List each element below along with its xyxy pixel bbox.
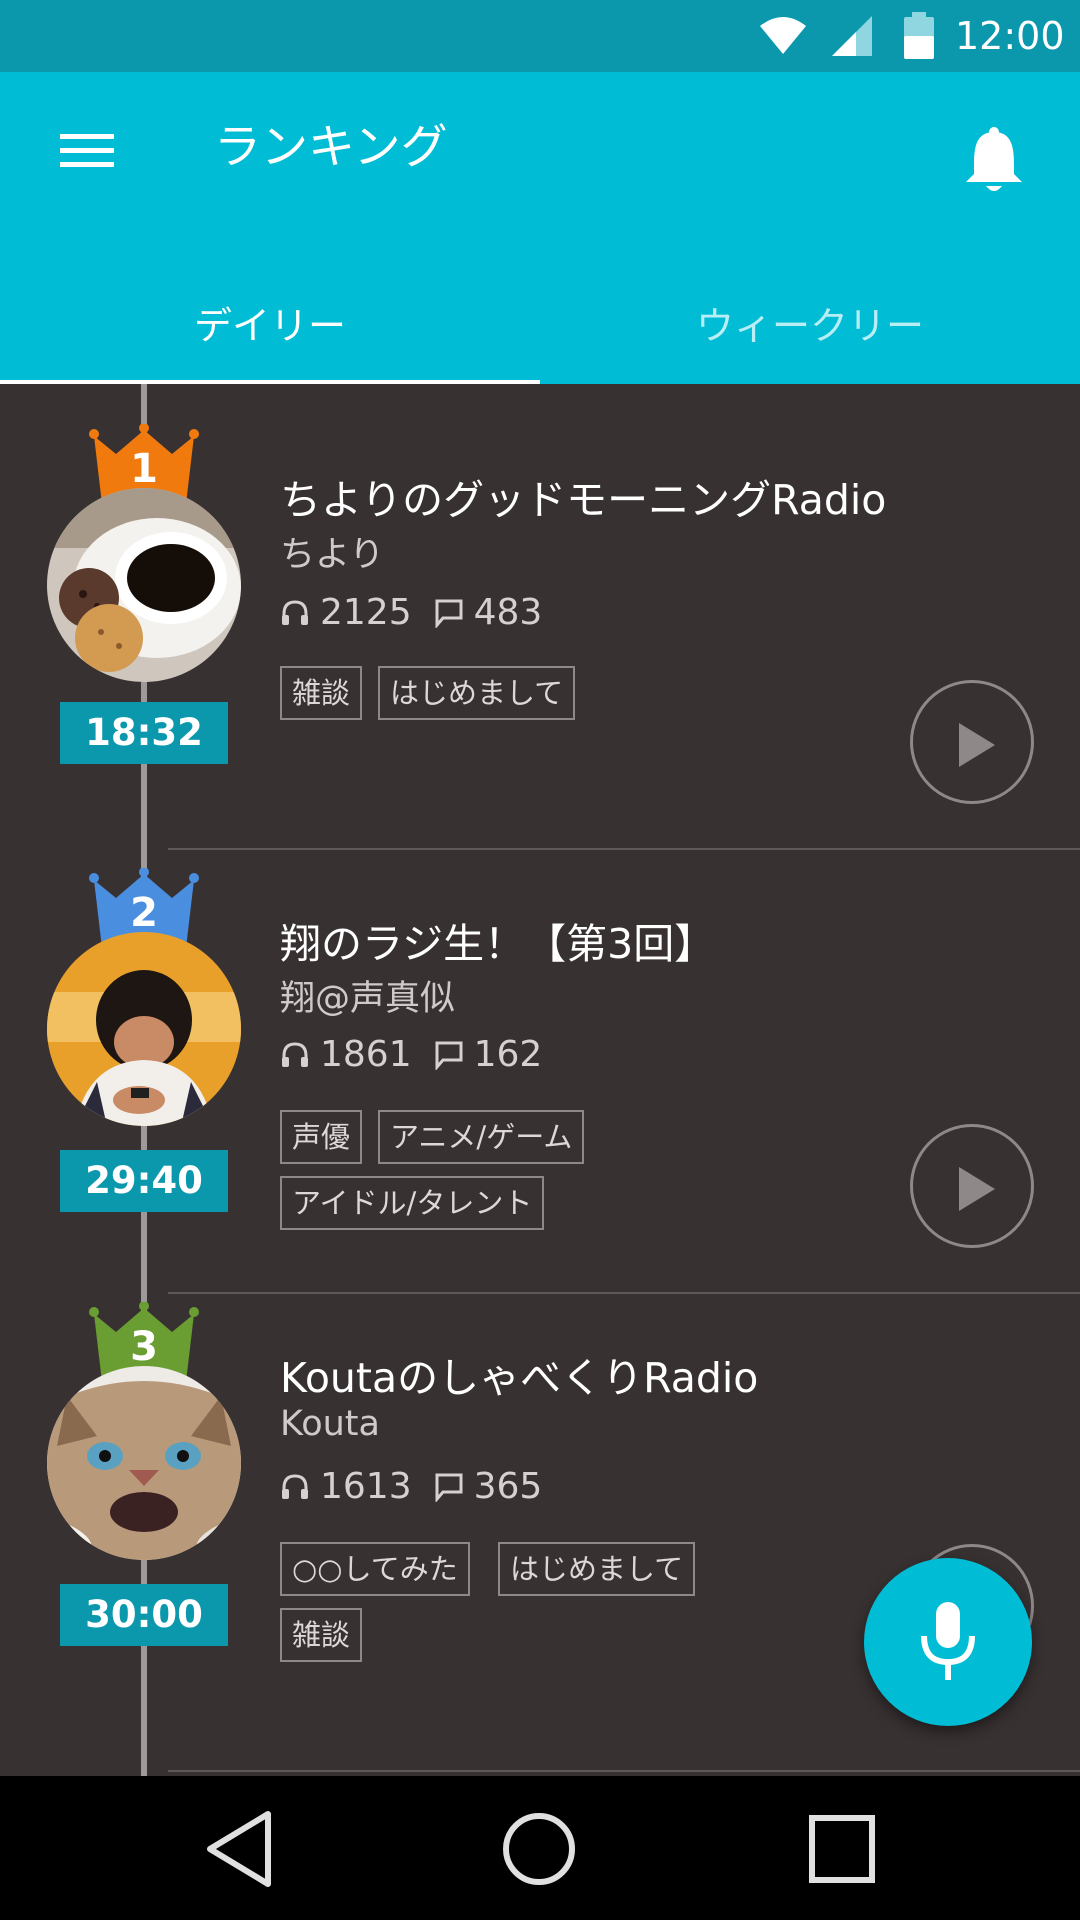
rank-number: 2: [130, 890, 158, 936]
app-bar: ランキング デイリー ウィークリー: [0, 72, 1080, 386]
tag-chip[interactable]: 雑談: [280, 666, 363, 720]
hamburger-menu-icon[interactable]: [48, 118, 124, 182]
wifi-icon: [760, 17, 806, 54]
man-with-phone-image: [47, 932, 241, 1126]
tag-chip[interactable]: 声優: [280, 1110, 363, 1164]
tag-chip[interactable]: はじめまして: [378, 666, 576, 720]
recent-apps-icon[interactable]: [800, 1806, 882, 1892]
rank-number: 1: [130, 446, 158, 492]
battery-icon: [904, 12, 934, 59]
coffee-cookies-image: [47, 488, 241, 682]
comment-icon: [435, 1473, 463, 1502]
tag-chip[interactable]: はじめまして: [498, 1542, 696, 1596]
play-icon: [959, 723, 995, 767]
status-bar: 12:00: [0, 0, 1080, 72]
comment-count: 162: [473, 1034, 543, 1075]
author-name[interactable]: ちより: [280, 526, 384, 577]
tag-chip[interactable]: ○○してみた: [280, 1542, 470, 1596]
program-title[interactable]: KoutaのしゃべくりRadio: [280, 1344, 758, 1404]
comment-icon: [435, 599, 463, 628]
play-icon: [959, 1167, 995, 1211]
program-title[interactable]: 翔のラジ生！【第3回】: [280, 910, 715, 970]
comment-count: 365: [473, 1466, 543, 1507]
duration-badge: 18:32: [60, 702, 228, 764]
record-fab-button[interactable]: [864, 1558, 1032, 1726]
system-nav-bar: [0, 1776, 1080, 1920]
home-icon[interactable]: [498, 1806, 580, 1892]
play-button[interactable]: [910, 680, 1034, 804]
rank-number: 3: [130, 1324, 158, 1370]
listen-count: 2125: [320, 592, 412, 633]
comment-icon: [435, 1041, 463, 1070]
list-item[interactable]: 2 29:40 翔のラジ生！【第3回】 翔@声真似 1861 162 声優 アニ…: [0, 850, 1080, 1294]
author-name[interactable]: Kouta: [280, 1404, 380, 1444]
avatar[interactable]: [47, 932, 241, 1126]
duration-badge: 30:00: [60, 1584, 228, 1646]
headphones-icon: [282, 600, 308, 625]
play-button[interactable]: [910, 1124, 1034, 1248]
listen-count: 1861: [320, 1034, 412, 1075]
tag-chip[interactable]: アイドル/タレント: [280, 1176, 545, 1230]
duration-badge: 29:40: [60, 1150, 228, 1212]
list-item[interactable]: 1 18:32 ちよりのグッドモーニングRadio ちより 2125 483 雑…: [0, 384, 1080, 850]
stats-row: 1613 365: [280, 1462, 542, 1512]
status-time: 12:00: [955, 14, 1065, 58]
avatar[interactable]: [47, 488, 241, 682]
microphone-icon: [921, 1602, 975, 1680]
back-icon[interactable]: [200, 1806, 282, 1892]
program-title[interactable]: ちよりのグッドモーニングRadio: [280, 466, 886, 526]
divider: [168, 1770, 1080, 1772]
stats-row: 2125 483: [280, 588, 542, 638]
tag-chip[interactable]: 雑談: [280, 1608, 363, 1662]
listen-count: 1613: [320, 1466, 412, 1507]
author-name[interactable]: 翔@声真似: [280, 970, 455, 1021]
comment-count: 483: [473, 592, 543, 633]
stats-row: 1861 162: [280, 1030, 542, 1080]
tag-chip[interactable]: アニメ/ゲーム: [378, 1110, 585, 1164]
tab-weekly[interactable]: ウィークリー: [540, 268, 1080, 384]
tab-bar: デイリー ウィークリー: [0, 268, 1080, 384]
bell-icon[interactable]: [962, 124, 1026, 196]
cell-signal-icon: [832, 16, 872, 56]
tab-daily[interactable]: デイリー: [0, 268, 540, 384]
headphones-icon: [282, 1042, 308, 1067]
avatar[interactable]: [47, 1366, 241, 1560]
page-title: ランキング: [214, 120, 448, 175]
cat-face-image: [47, 1366, 241, 1560]
headphones-icon: [282, 1474, 308, 1499]
